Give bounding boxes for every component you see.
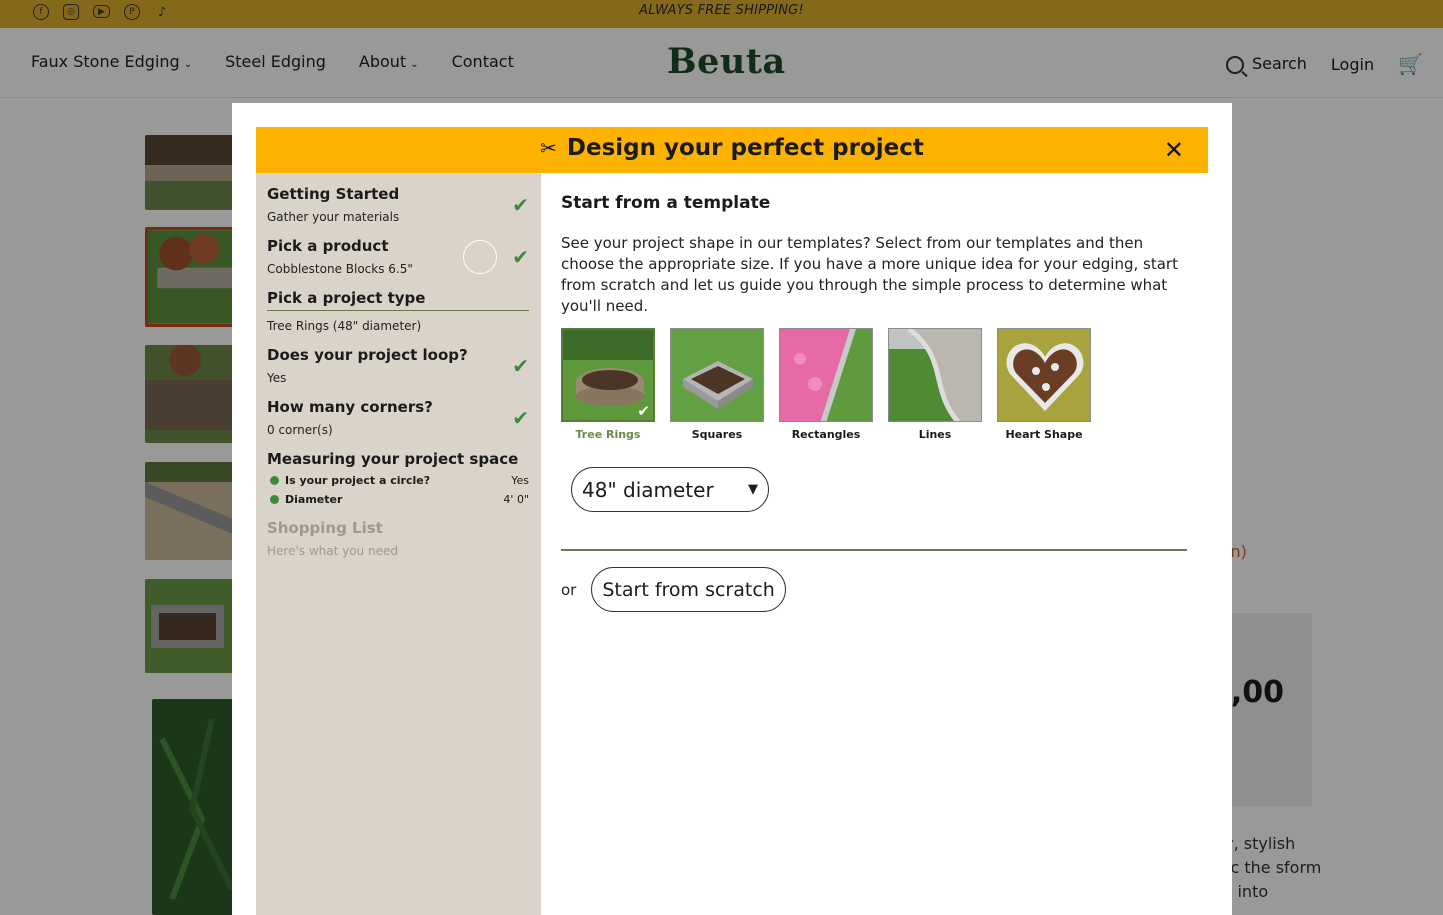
step-title: Does your project loop? bbox=[267, 346, 468, 364]
template-label: Rectangles bbox=[791, 428, 861, 441]
modal-title: ✂ Design your perfect project bbox=[540, 135, 924, 161]
step-measuring[interactable]: Measuring your project space Is your pro… bbox=[267, 450, 529, 506]
section-heading: Start from a template bbox=[561, 193, 771, 213]
status-dot-icon bbox=[270, 476, 279, 485]
project-designer-modal: ✂ Design your perfect project ✕ Getting S… bbox=[232, 103, 1232, 915]
scratch-row: or Start from scratch bbox=[561, 567, 1191, 612]
template-heart-shape[interactable]: Heart Shape bbox=[997, 328, 1091, 441]
template-image bbox=[997, 328, 1091, 422]
status-dot-icon bbox=[270, 495, 279, 504]
tools-icon: ✂ bbox=[540, 136, 557, 160]
check-icon: ✔ bbox=[512, 193, 529, 217]
measurement-row: Diameter 4' 0" bbox=[267, 493, 529, 506]
template-tree-rings[interactable]: ✔ Tree Rings bbox=[561, 328, 655, 441]
check-icon: ✔ bbox=[512, 354, 529, 378]
close-icon[interactable]: ✕ bbox=[1164, 136, 1184, 164]
measurement-value: 4' 0" bbox=[503, 493, 529, 506]
step-project-loop[interactable]: Does your project loop? Yes ✔ bbox=[267, 346, 529, 385]
step-title: How many corners? bbox=[267, 398, 433, 416]
check-icon: ✔ bbox=[637, 402, 650, 420]
start-from-scratch-button[interactable]: Start from scratch bbox=[591, 567, 786, 612]
rectangle-bed-image bbox=[780, 329, 872, 421]
check-icon: ✔ bbox=[512, 406, 529, 430]
template-label: Tree Rings bbox=[575, 428, 641, 441]
steps-sidebar: Getting Started Gather your materials ✔ … bbox=[256, 173, 541, 915]
step-value: 0 corner(s) bbox=[267, 423, 333, 437]
measurement-row: Is your project a circle? Yes bbox=[267, 474, 529, 487]
template-image bbox=[888, 328, 982, 422]
measurement-value: Yes bbox=[511, 474, 529, 487]
template-image: ✔ bbox=[561, 328, 655, 422]
template-label: Squares bbox=[691, 428, 743, 441]
step-getting-started[interactable]: Getting Started Gather your materials ✔ bbox=[267, 185, 529, 224]
step-title: Getting Started bbox=[267, 185, 400, 203]
or-label: or bbox=[561, 580, 577, 599]
divider bbox=[561, 549, 1187, 551]
template-image bbox=[779, 328, 873, 422]
template-lines[interactable]: Lines bbox=[888, 328, 982, 441]
size-select[interactable]: 48" diameter ▼ bbox=[571, 467, 769, 512]
template-image bbox=[670, 328, 764, 422]
template-panel: Start from a template See your project s… bbox=[561, 193, 1191, 612]
cursor-ring bbox=[463, 240, 497, 274]
template-label: Lines bbox=[918, 428, 952, 441]
section-description: See your project shape in our templates?… bbox=[561, 234, 1178, 315]
template-squares[interactable]: Squares bbox=[670, 328, 764, 441]
step-value: Gather your materials bbox=[267, 210, 400, 224]
step-project-type[interactable]: Pick a project type Tree Rings (48" diam… bbox=[267, 289, 529, 333]
step-corners[interactable]: How many corners? 0 corner(s) ✔ bbox=[267, 398, 529, 437]
heart-bed-image bbox=[998, 329, 1090, 421]
template-rectangles[interactable]: Rectangles bbox=[779, 328, 873, 441]
check-icon: ✔ bbox=[512, 245, 529, 269]
step-value: Here's what you need bbox=[267, 544, 398, 558]
size-select-value: 48" diameter bbox=[582, 477, 714, 502]
step-value: Tree Rings (48" diameter) bbox=[267, 319, 422, 333]
template-list: ✔ Tree Rings Squares Rectangles Lines He… bbox=[561, 328, 1191, 441]
step-shopping-list: Shopping List Here's what you need bbox=[267, 519, 529, 558]
measurement-label: Is your project a circle? bbox=[285, 474, 431, 487]
step-title: Shopping List bbox=[267, 519, 383, 537]
modal-header: ✂ Design your perfect project ✕ bbox=[256, 127, 1208, 173]
step-pick-product[interactable]: Pick a product Cobblestone Blocks 6.5" ✔ bbox=[267, 237, 529, 276]
step-value: Yes bbox=[267, 371, 287, 385]
square-bed-image bbox=[671, 329, 763, 421]
measurement-label: Diameter bbox=[285, 493, 343, 506]
line-edging-image bbox=[889, 329, 981, 421]
step-title: Pick a project type bbox=[267, 289, 529, 311]
step-title: Measuring your project space bbox=[267, 450, 519, 468]
chevron-down-icon: ▼ bbox=[748, 482, 758, 497]
template-label: Heart Shape bbox=[1005, 428, 1083, 441]
